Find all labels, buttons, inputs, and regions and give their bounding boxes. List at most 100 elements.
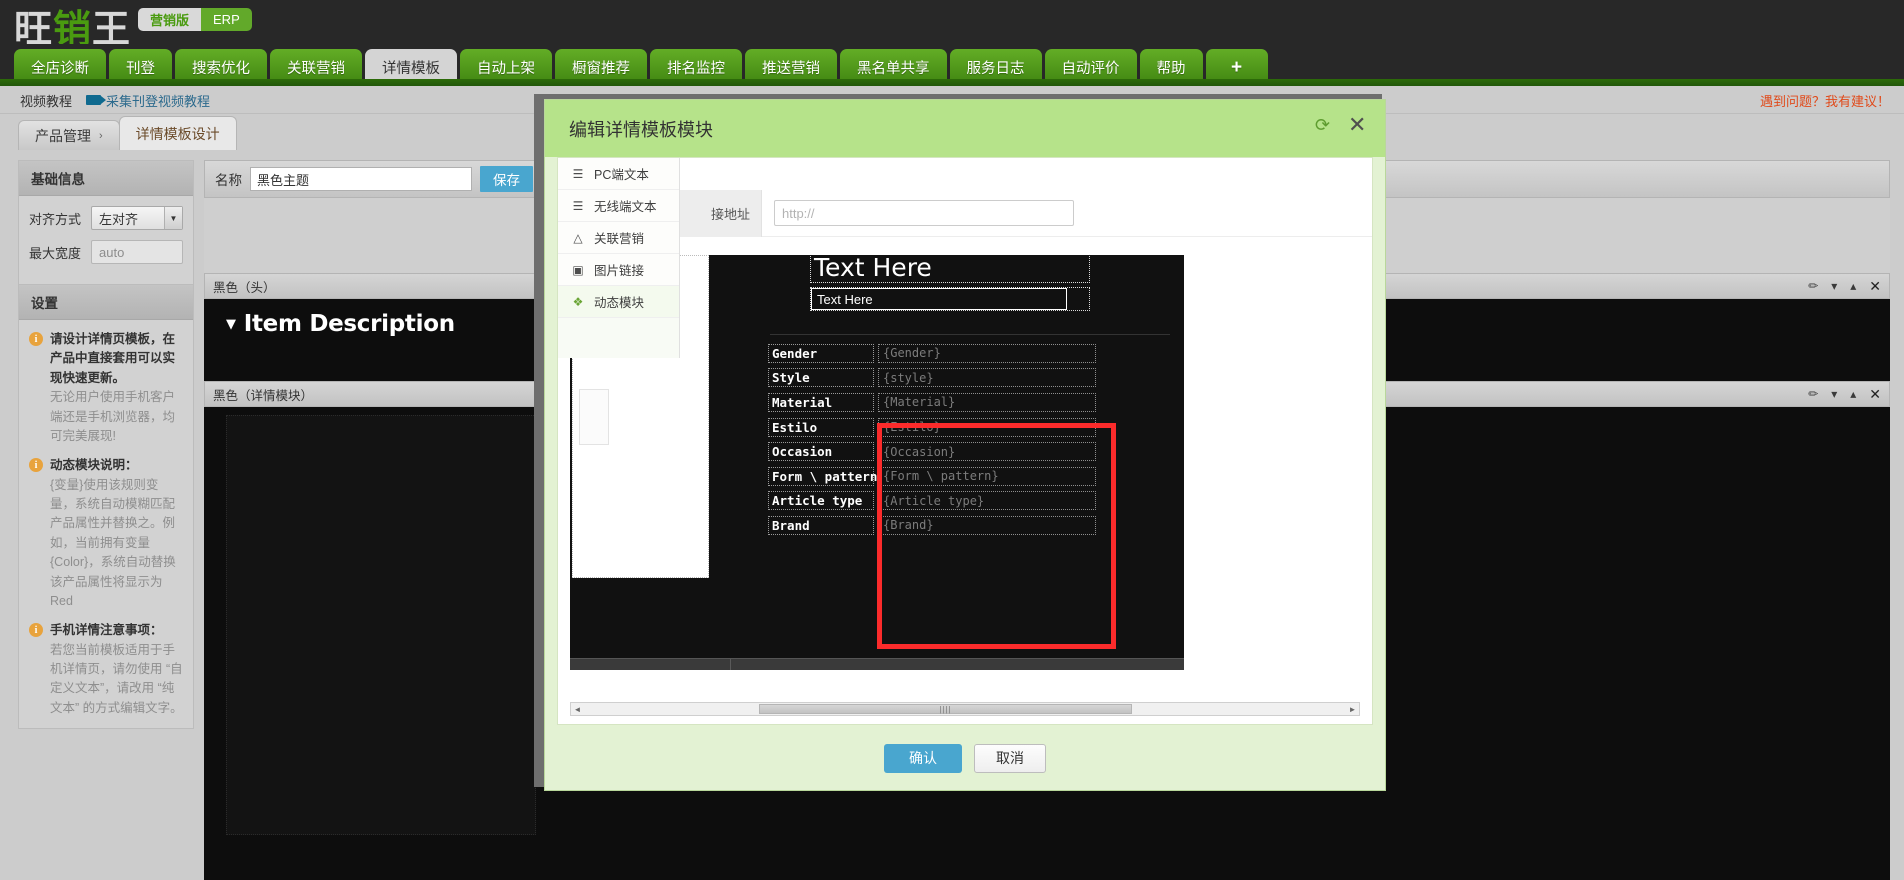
maxwidth-input[interactable]: auto: [91, 240, 183, 264]
divider: [730, 659, 731, 670]
refresh-icon[interactable]: ⟳: [1315, 116, 1334, 135]
attribute-value[interactable]: {Occasion}: [878, 442, 1096, 462]
attribute-value[interactable]: {Brand}: [878, 515, 1096, 535]
basic-info-panel: 基础信息 对齐方式 左对齐 ▼ 最大宽度 auto: [18, 160, 194, 287]
dialog-title: 编辑详情模板模块: [569, 119, 713, 140]
menu-item-pc-text[interactable]: ☰ PC端文本: [558, 158, 679, 190]
attribute-key[interactable]: Brand: [768, 515, 874, 535]
chevron-up-icon[interactable]: ▴: [1850, 279, 1856, 293]
attribute-key[interactable]: Estilo: [768, 417, 874, 437]
scroll-right-arrow[interactable]: ►: [1346, 703, 1359, 715]
link-address-input[interactable]: http://: [774, 200, 1074, 226]
tip-item: i 手机详情注意事项： 若您当前模板适用于手机详情页，请勿使用 “自定义文本”，…: [19, 611, 193, 718]
tip-strong: 手机详情注意事项：: [50, 623, 163, 638]
info-icon: i: [29, 332, 43, 346]
chevron-up-icon[interactable]: ▴: [1850, 387, 1856, 401]
chevron-down-icon[interactable]: ▼: [164, 207, 182, 229]
tip-text: 手机详情注意事项： 若您当前模板适用于手机详情页，请勿使用 “自定义文本”，请改…: [50, 621, 183, 718]
info-icon: i: [29, 623, 43, 638]
preview-subtitle-wrapper: Text Here: [810, 287, 1090, 311]
tip-item: i 动态模块说明： {变量}使用该规则变量，系统自动模糊匹配产品属性并替换之。例…: [19, 446, 193, 611]
name-label: 名称: [215, 173, 242, 188]
table-row: Occasion {Occasion}: [768, 439, 1168, 464]
attribute-value[interactable]: {Form \ pattern}: [878, 466, 1096, 486]
tip-muted: 无论用户使用手机客户端还是手机浏览器，均可完美展现!: [50, 390, 176, 443]
menu-item-dynamic-module[interactable]: ❖ 动态模块: [558, 286, 679, 318]
version-erp-button[interactable]: ERP: [201, 8, 252, 31]
list-icon: ☰: [572, 198, 584, 213]
attribute-value[interactable]: {style}: [878, 368, 1096, 388]
edit-icon[interactable]: ✏: [1808, 387, 1818, 401]
attribute-key[interactable]: Form \ pattern: [768, 466, 877, 486]
edit-template-module-dialog: 编辑详情模板模块 ⟳ ✕ 接地址 http:// ☰ PC端文本 ☰ 无线端文本…: [545, 100, 1385, 790]
preview-subtitle-text[interactable]: Text Here: [811, 288, 1067, 310]
tip-strong: 请设计详情页模板，在产品中直接套用可以实现快速更新。: [50, 332, 176, 385]
attribute-value[interactable]: {Gender}: [878, 343, 1096, 363]
breadcrumb: 产品管理 › 详情模板设计: [18, 116, 237, 150]
tip-text: 动态模块说明： {变量}使用该规则变量，系统自动模糊匹配产品属性并替换之。例如，…: [50, 456, 183, 611]
close-icon[interactable]: ✕: [1348, 114, 1367, 136]
link-address-label: 接地址: [680, 189, 762, 237]
module-type-menu: ☰ PC端文本 ☰ 无线端文本 △ 关联营销 ▣ 图片链接 ❖ 动态模块: [558, 158, 680, 358]
table-row: Style {style}: [768, 366, 1168, 391]
save-button[interactable]: 保存: [480, 166, 533, 192]
attribute-key[interactable]: Style: [768, 368, 874, 388]
preview-title-text[interactable]: Text Here: [810, 255, 1090, 283]
attribute-value[interactable]: {Material}: [878, 392, 1096, 412]
menu-item-wireless-text[interactable]: ☰ 无线端文本: [558, 190, 679, 222]
chevron-down-icon[interactable]: ▾: [1831, 279, 1837, 293]
top-brand-bar: 旺销王 营销版 ERP: [0, 0, 1904, 51]
menu-item-label: 关联营销: [594, 232, 645, 246]
attribute-key[interactable]: Occasion: [768, 442, 874, 462]
collect-tutorial-link[interactable]: 采集刊登视频教程: [86, 91, 210, 110]
triangle-down-icon: ▼: [226, 317, 236, 332]
cancel-button[interactable]: 取消: [974, 743, 1046, 773]
settings-panel: 设置 i 请设计详情页模板，在产品中直接套用可以实现快速更新。 无论用户使用手机…: [18, 284, 194, 730]
preview-bottom-bar: [570, 658, 1184, 670]
template-name-input[interactable]: 黑色主题: [250, 167, 472, 191]
scroll-left-arrow[interactable]: ◄: [571, 703, 584, 715]
maxwidth-label: 最大宽度: [29, 245, 82, 261]
dialog-footer: 确认 取消: [545, 726, 1385, 790]
tip-text: 请设计详情页模板，在产品中直接套用可以实现快速更新。 无论用户使用手机客户端还是…: [50, 330, 183, 446]
confirm-button[interactable]: 确认: [884, 743, 962, 773]
tag-icon: ❖: [572, 294, 584, 309]
align-label: 对齐方式: [29, 211, 82, 227]
close-icon[interactable]: ✕: [1869, 278, 1881, 295]
table-row: Material {Material}: [768, 390, 1168, 415]
detail-image-placeholder: [226, 415, 536, 835]
video-tutorial-label: 视频教程: [20, 93, 73, 109]
horizontal-scrollbar[interactable]: ◄ ► ||||: [570, 702, 1360, 716]
preview-divider: [770, 334, 1170, 335]
attribute-key[interactable]: Article type: [768, 491, 874, 511]
item-description-text: Item Description: [243, 311, 455, 337]
attribute-key[interactable]: Gender: [768, 343, 874, 363]
menu-item-label: PC端文本: [594, 168, 649, 182]
align-select[interactable]: 左对齐 ▼: [91, 206, 183, 230]
align-select-value: 左对齐: [99, 211, 139, 227]
attribute-value[interactable]: {Article type}: [878, 491, 1096, 511]
settings-title: 设置: [19, 285, 193, 320]
link-address-row: 接地址 http://: [680, 189, 1372, 237]
attribute-key[interactable]: Material: [768, 392, 874, 412]
basic-info-title: 基础信息: [19, 161, 193, 196]
tip-item: i 请设计详情页模板，在产品中直接套用可以实现快速更新。 无论用户使用手机客户端…: [19, 320, 193, 446]
dialog-body: 接地址 http:// ☰ PC端文本 ☰ 无线端文本 △ 关联营销 ▣ 图片链…: [557, 157, 1373, 725]
menu-item-related-marketing[interactable]: △ 关联营销: [558, 222, 679, 254]
scrollbar-thumb[interactable]: ||||: [759, 704, 1132, 714]
close-icon[interactable]: ✕: [1869, 386, 1881, 403]
attribute-value[interactable]: {Estilo}: [878, 417, 1096, 437]
tip-muted: 若您当前模板适用于手机详情页，请勿使用 “自定义文本”，请改用 “纯文本” 的方…: [50, 642, 183, 715]
breadcrumb-label: 产品管理: [35, 127, 91, 144]
chevron-down-icon[interactable]: ▾: [1831, 387, 1837, 401]
edit-icon[interactable]: ✏: [1808, 279, 1818, 293]
menu-item-label: 无线端文本: [594, 200, 657, 214]
breadcrumb-item-template-design[interactable]: 详情模板设计: [118, 116, 237, 150]
feedback-link[interactable]: 遇到问题？我有建议！: [1760, 86, 1890, 114]
camera-icon: [86, 95, 107, 105]
breadcrumb-item-product-management[interactable]: 产品管理 ›: [18, 120, 120, 150]
collect-tutorial-label: 采集刊登视频教程: [106, 93, 211, 109]
version-marketing-button[interactable]: 营销版: [138, 8, 202, 31]
tip-strong: 动态模块说明：: [50, 458, 138, 473]
menu-item-image-link[interactable]: ▣ 图片链接: [558, 254, 679, 286]
